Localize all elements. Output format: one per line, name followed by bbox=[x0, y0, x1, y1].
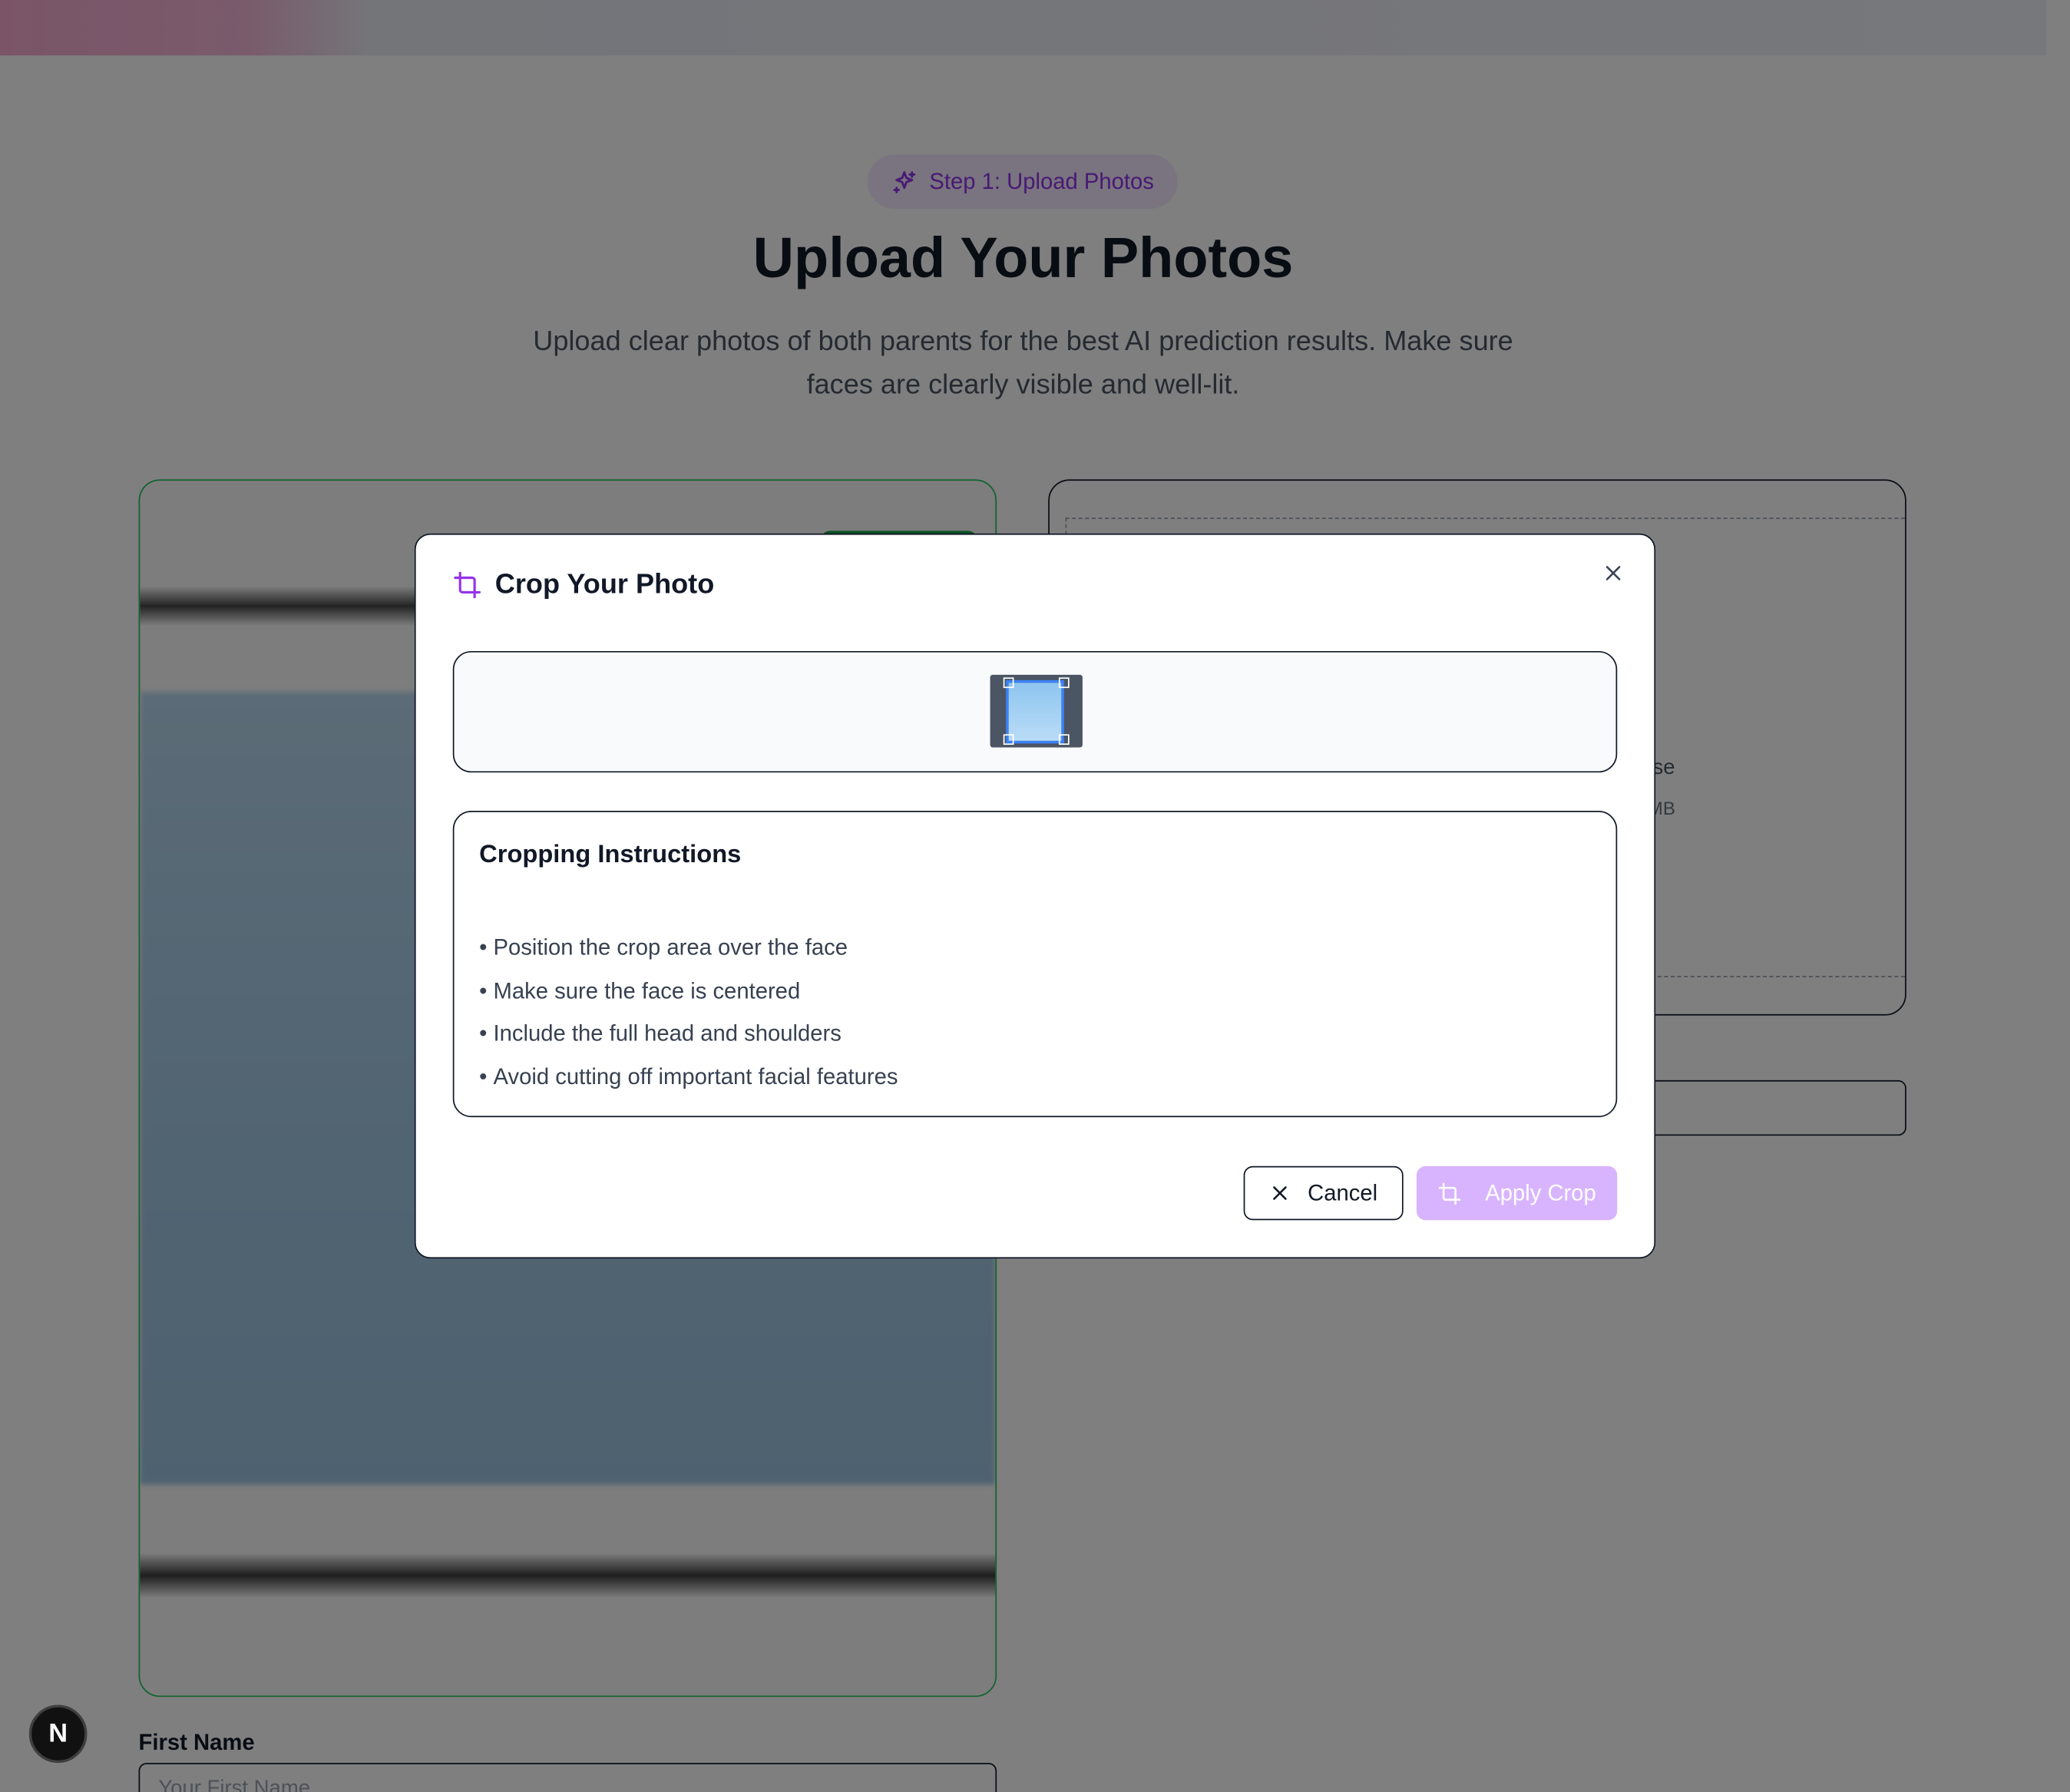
crop-frame[interactable] bbox=[990, 674, 1083, 748]
crop-image-preview bbox=[1006, 679, 1064, 744]
cropping-instructions-panel: Cropping Instructions Position the crop … bbox=[452, 811, 1618, 1118]
modal-header: Crop Your Photo bbox=[453, 569, 715, 600]
instructions-list: Position the crop area over the face Mak… bbox=[479, 927, 898, 1099]
apply-crop-button[interactable]: Apply Crop bbox=[1416, 1165, 1618, 1221]
crop-preview-area bbox=[452, 650, 1618, 773]
instruction-item: Include the full head and shoulders bbox=[479, 1013, 898, 1056]
instruction-item: Position the crop area over the face bbox=[479, 927, 898, 970]
crop-icon bbox=[1438, 1182, 1460, 1205]
crop-handle-top-right[interactable] bbox=[1058, 677, 1070, 689]
crop-handle-bottom-left[interactable] bbox=[1003, 734, 1014, 746]
apply-crop-button-label: Apply Crop bbox=[1485, 1179, 1596, 1205]
cancel-button[interactable]: Cancel bbox=[1243, 1165, 1404, 1221]
crop-handle-bottom-right[interactable] bbox=[1058, 734, 1070, 746]
close-icon bbox=[1605, 566, 1621, 580]
crop-icon bbox=[454, 571, 481, 599]
modal-close-button[interactable] bbox=[1596, 556, 1631, 590]
cancel-button-label: Cancel bbox=[1308, 1179, 1378, 1205]
dev-tools-badge[interactable]: N bbox=[28, 1704, 88, 1764]
page-root: Step 1: Upload Photos Upload Your Photos… bbox=[0, 0, 2070, 1792]
close-icon bbox=[1272, 1186, 1286, 1200]
instruction-item: Make sure the face is centered bbox=[479, 970, 898, 1013]
crop-modal: Crop Your Photo Cropping Instructions Po… bbox=[414, 533, 1656, 1259]
dev-tools-badge-label: N bbox=[48, 1718, 68, 1748]
instructions-title: Cropping Instructions bbox=[479, 841, 742, 869]
modal-title: Crop Your Photo bbox=[494, 569, 715, 600]
instruction-item: Avoid cutting off important facial featu… bbox=[479, 1056, 898, 1099]
crop-handle-top-left[interactable] bbox=[1003, 677, 1014, 689]
